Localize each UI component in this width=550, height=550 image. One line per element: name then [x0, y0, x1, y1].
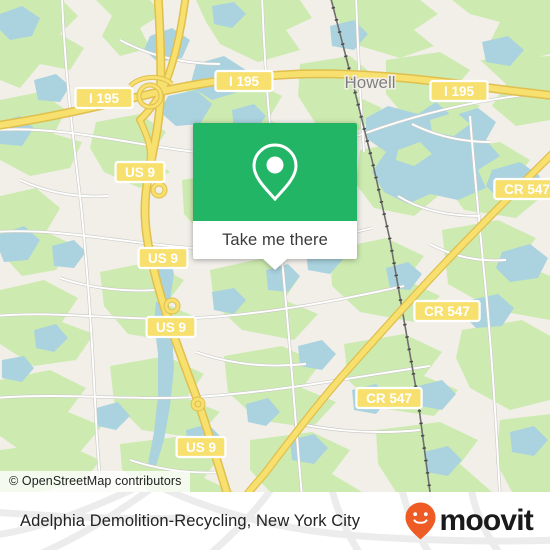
- moovit-wordmark: moovit: [439, 504, 533, 537]
- road-shield: US 9: [145, 315, 197, 339]
- page-title: Adelphia Demolition-Recycling, New York …: [20, 511, 361, 530]
- road-shield: I 195: [429, 79, 489, 103]
- road-shield: US 9: [114, 160, 166, 184]
- road-shield-label: US 9: [125, 165, 155, 180]
- road-shield: US 9: [175, 435, 227, 459]
- road-shield-label: US 9: [156, 320, 186, 335]
- road-shield-label: CR 547: [366, 391, 412, 406]
- footer-bar: Adelphia Demolition-Recycling, New York …: [0, 492, 550, 550]
- osm-attribution[interactable]: © OpenStreetMap contributors: [0, 471, 190, 492]
- place-label-howell: Howell: [344, 73, 395, 92]
- road-shield: CR 547: [355, 386, 423, 410]
- moovit-smiley-pin-icon: [405, 502, 436, 540]
- moovit-map-card: Howell I 195 I 195 I 195 US 9 US 9 US 9 US 9 CR…: [0, 0, 550, 550]
- road-shield-label: CR 547: [424, 304, 470, 319]
- popup-tail-arrow: [263, 259, 287, 270]
- take-me-there-popup[interactable]: Take me there: [193, 123, 357, 270]
- map-pin-icon: [252, 143, 298, 202]
- road-shield-label: US 9: [186, 440, 216, 455]
- road-shield-label: CR 547: [504, 182, 550, 197]
- place-label-text: Howell: [344, 73, 395, 92]
- road-shield-label: I 195: [444, 84, 475, 99]
- road-shield: I 195: [74, 86, 134, 110]
- road-shield: CR 547: [413, 299, 481, 323]
- popup-label: Take me there: [222, 230, 328, 249]
- road-shield: I 195: [214, 69, 274, 93]
- road-shield-label: I 195: [229, 74, 260, 89]
- popup-footer[interactable]: Take me there: [193, 221, 357, 270]
- attribution-text: © OpenStreetMap contributors: [9, 474, 182, 488]
- road-shield-label: I 195: [89, 91, 120, 106]
- map-canvas[interactable]: Howell I 195 I 195 I 195 US 9 US 9 US 9 US 9 CR…: [0, 0, 550, 492]
- road-shield: US 9: [137, 246, 189, 270]
- road-shield-label: US 9: [148, 251, 178, 266]
- popup-header: [193, 123, 357, 221]
- moovit-logo[interactable]: moovit: [404, 501, 534, 541]
- road-shield: CR 547: [493, 177, 550, 201]
